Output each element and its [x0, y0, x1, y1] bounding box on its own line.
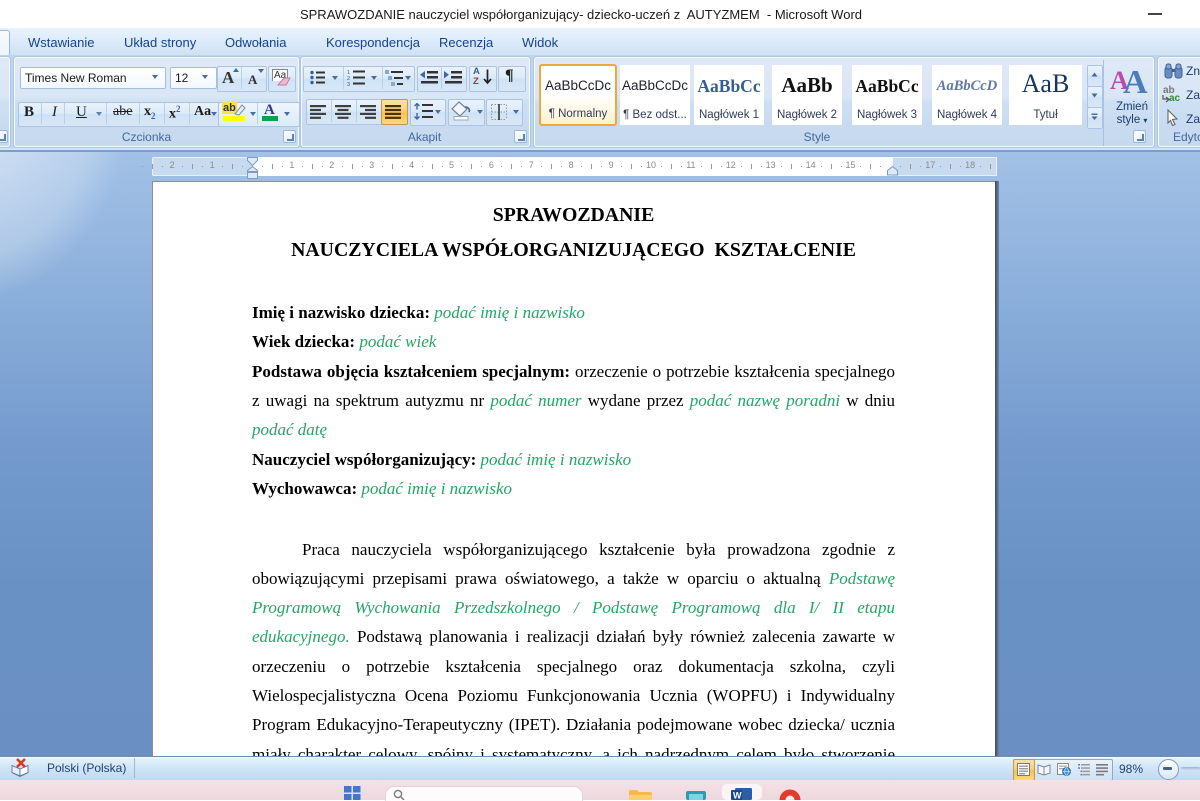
svg-text:W: W [733, 791, 742, 801]
svg-text:3: 3 [347, 82, 350, 86]
